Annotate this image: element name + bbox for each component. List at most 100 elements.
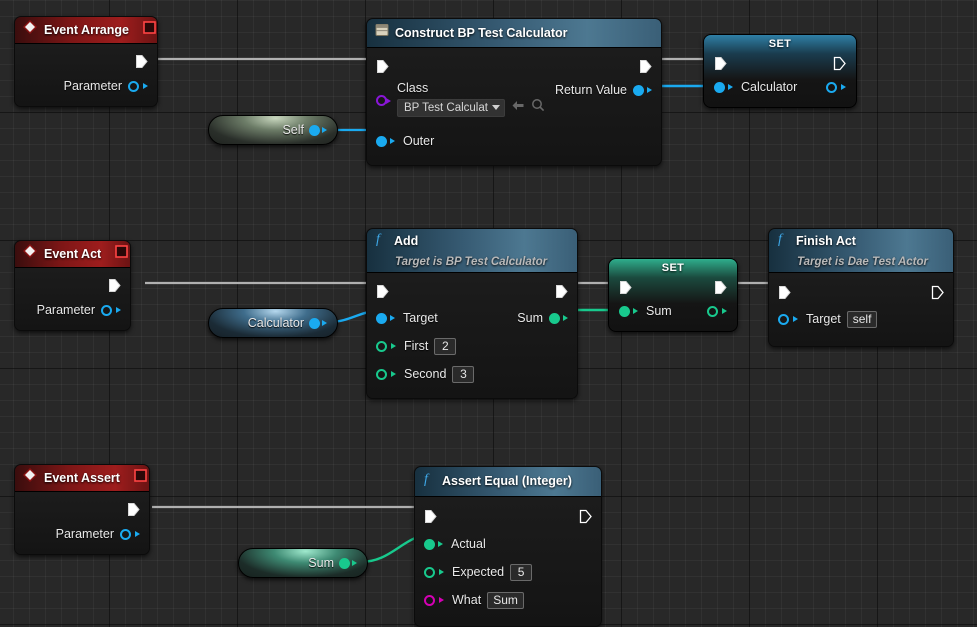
pin-class-in[interactable] [376,81,391,106]
pin-what-in[interactable]: What Sum [424,586,592,614]
int-pin-icon[interactable] [424,566,435,578]
delegate-square-icon[interactable] [115,244,129,263]
int-pin-icon[interactable] [376,368,387,380]
int-pin-icon[interactable] [549,312,560,324]
pin-first-in[interactable]: First 2 [376,332,568,360]
object-pin-icon[interactable] [309,317,320,329]
string-pin-icon[interactable] [424,594,435,606]
object-pin-icon[interactable] [376,135,387,147]
exec-out-icon[interactable] [108,278,121,293]
pin-direction-arrow [322,127,327,133]
exec-out-icon[interactable] [931,285,944,300]
pin-return-value-out[interactable]: Return Value [555,81,652,97]
exec-in-icon[interactable] [424,509,437,524]
exec-out-icon[interactable] [135,54,148,69]
pin-sum[interactable]: Sum [619,298,727,324]
object-pin-icon[interactable] [120,528,131,540]
node-set-sum[interactable]: SET Sum [608,258,738,332]
what-value-input[interactable]: Sum [487,591,524,609]
pin-exec-out[interactable] [24,48,148,74]
object-pin-icon[interactable] [101,304,112,316]
object-pin-icon[interactable] [633,84,644,96]
exec-out-icon[interactable] [833,56,846,71]
pin-label-what: What [452,593,482,607]
class-select[interactable]: BP Test Calculat [397,98,505,117]
target-self-value[interactable]: self [846,310,878,328]
pin-direction-arrow [647,87,652,93]
pin-expected-in[interactable]: Expected 5 [424,558,592,586]
exec-in-icon[interactable] [714,56,727,71]
node-event-assert[interactable]: Event Assert Parameter [14,464,150,555]
second-value-input[interactable]: 3 [452,365,475,383]
int-pin-icon[interactable] [376,340,387,352]
knot-calculator[interactable]: Calculator [208,308,338,338]
int-pin-icon[interactable] [339,557,350,569]
node-body: Calculator [704,52,856,107]
node-title: Event Arrange [44,22,129,37]
pin-direction-arrow [322,320,327,326]
pin-outer-in[interactable]: Outer [376,129,652,153]
blueprint-graph-canvas[interactable]: Event Arrange Parameter Self Construct B… [0,0,977,627]
node-add[interactable]: f Add Target is BP Test Calculator Targe… [366,228,578,399]
int-pin-icon[interactable] [424,538,435,550]
browse-search-icon[interactable] [531,98,545,117]
pin-exec-out[interactable] [24,272,121,298]
exec-out-icon[interactable] [555,284,568,299]
exec-in-icon[interactable] [778,285,791,300]
node-header: f Add Target is BP Test Calculator [367,229,577,273]
pin-exec-row [714,52,846,74]
int-pin-out-icon[interactable] [707,305,718,317]
delegate-square-icon[interactable] [134,468,147,487]
pin-target-in[interactable]: Target self [778,306,944,332]
node-event-act[interactable]: Event Act Parameter [14,240,131,331]
node-finish-act[interactable]: f Finish Act Target is Dae Test Actor Ta… [768,228,954,347]
pin-direction-arrow [143,83,148,89]
pin-direction-arrow [793,316,798,322]
node-body: Class BP Test Calculat Return Value Oute… [367,48,661,165]
exec-out-icon[interactable] [127,502,140,517]
node-construct-bp-test-calculator[interactable]: Construct BP Test Calculator Class BP Te… [366,18,662,166]
exec-out-icon[interactable] [639,59,652,74]
exec-in-icon[interactable] [376,59,389,74]
svg-text:f: f [376,232,382,246]
chevron-down-icon[interactable] [491,105,500,110]
node-assert-equal-integer[interactable]: f Assert Equal (Integer) Actual Expected… [414,466,602,627]
pin-parameter-out[interactable]: Parameter [24,522,140,546]
first-value-input[interactable]: 2 [434,337,457,355]
delegate-square-icon[interactable] [143,20,156,39]
back-arrow-icon[interactable] [511,99,525,117]
node-set-calculator[interactable]: SET Calculator [703,34,857,108]
svg-text:f: f [778,232,784,246]
node-header: Event Act [15,241,130,268]
pin-exec-row [376,278,568,304]
object-pin-icon[interactable] [309,124,320,136]
pin-label-target: Target [806,312,841,326]
pin-direction-arrow [438,541,443,547]
knot-sum[interactable]: Sum [238,548,368,578]
object-pin-out-icon[interactable] [826,81,837,93]
object-pin-icon[interactable] [778,313,789,325]
object-pin-icon[interactable] [714,81,725,93]
pin-exec-row [424,502,592,530]
knot-label: Sum [308,556,334,570]
pin-exec-out[interactable] [24,496,140,522]
expected-value-input[interactable]: 5 [510,563,533,581]
object-pin-icon[interactable] [376,312,387,324]
pin-direction-arrow [728,84,733,90]
exec-out-icon[interactable] [579,509,592,524]
class-select-value: BP Test Calculat [404,101,488,114]
exec-in-icon[interactable] [376,284,389,299]
exec-out-icon[interactable] [714,280,727,295]
int-pin-icon[interactable] [619,305,630,317]
pin-calculator[interactable]: Calculator [714,74,846,100]
pin-actual-in[interactable]: Actual [424,530,592,558]
pin-parameter-out[interactable]: Parameter [24,74,148,98]
event-diamond-icon [23,20,37,39]
object-pin-icon[interactable] [128,80,139,92]
node-event-arrange[interactable]: Event Arrange Parameter [14,16,158,107]
pin-parameter-out[interactable]: Parameter [24,298,121,322]
exec-in-icon[interactable] [619,280,632,295]
knot-self[interactable]: Self [208,115,338,145]
pin-label-actual: Actual [451,537,486,551]
pin-second-in[interactable]: Second 3 [376,360,568,388]
